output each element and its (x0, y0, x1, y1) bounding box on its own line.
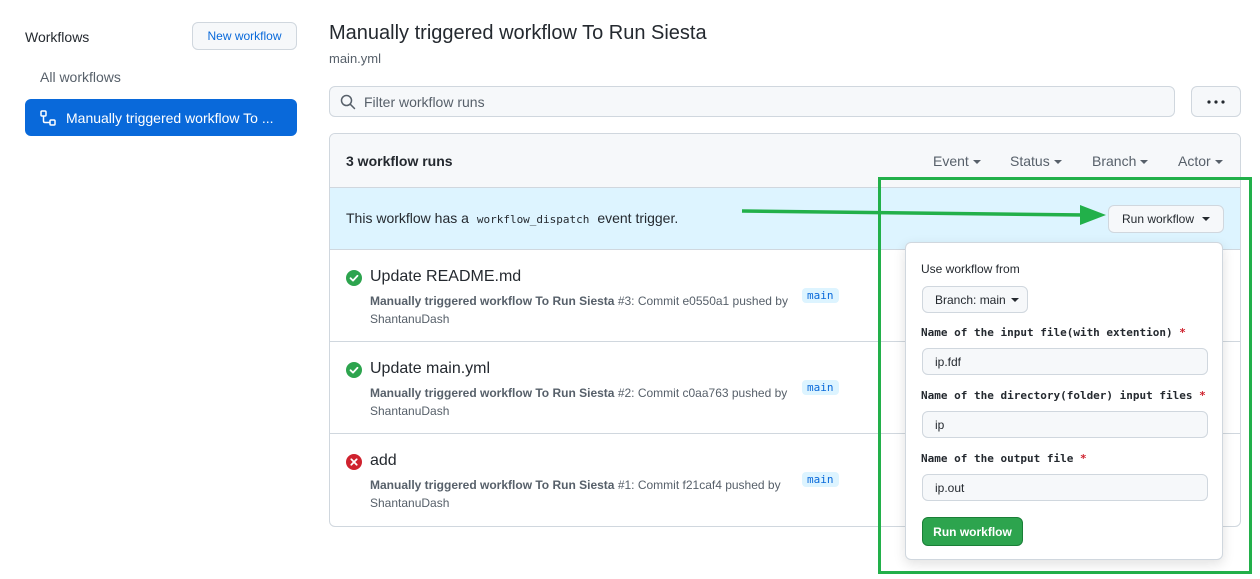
run-detail: #1: Commit f21caf4 pushed by (617, 478, 781, 492)
filter-branch-label: Branch (1092, 153, 1137, 169)
input-file-label-text: Name of the input file(with extention) (921, 326, 1173, 339)
filter-actor[interactable]: Actor (1178, 153, 1223, 169)
output-file-label: Name of the output file * (921, 452, 1087, 465)
filter-status[interactable]: Status (1010, 153, 1062, 169)
required-mark: * (1199, 389, 1206, 402)
search-input[interactable]: Filter workflow runs (329, 86, 1175, 117)
output-file-label-text: Name of the output file (921, 452, 1074, 465)
caret-down-icon (1140, 160, 1149, 165)
x-circle-icon (346, 454, 362, 470)
dispatch-code: workflow_dispatch (476, 213, 590, 226)
use-workflow-from-label: Use workflow from (921, 262, 1020, 276)
new-workflow-button[interactable]: New workflow (192, 22, 297, 50)
dispatch-suffix: event trigger. (597, 210, 679, 226)
caret-down-icon (1010, 297, 1019, 302)
caret-down-icon (972, 160, 981, 165)
run-title[interactable]: add (370, 452, 397, 470)
branch-tag[interactable]: main (802, 380, 839, 395)
run-title[interactable]: Update main.yml (370, 360, 490, 378)
sidebar-item-all-workflows[interactable]: All workflows (40, 69, 121, 85)
page-title: Manually triggered workflow To Run Siest… (329, 22, 707, 44)
run-meta: Manually triggered workflow To Run Siest… (370, 384, 790, 420)
run-meta: Manually triggered workflow To Run Siest… (370, 292, 790, 328)
workflow-file-link[interactable]: main.yml (329, 51, 381, 66)
sidebar-item-active-workflow[interactable]: Manually triggered workflow To ... (25, 99, 297, 136)
run-workflow-name: Manually triggered workflow To Run Siest… (370, 478, 615, 492)
dispatch-text: This workflow has a workflow_dispatch ev… (346, 210, 678, 226)
run-actor[interactable]: ShantanuDash (370, 496, 449, 510)
output-file-field[interactable]: ip.out (922, 474, 1208, 501)
search-icon (340, 94, 356, 109)
input-directory-label: Name of the directory(folder) input file… (921, 389, 1206, 402)
filter-status-label: Status (1010, 153, 1050, 169)
run-detail: #3: Commit e0550a1 pushed by (617, 294, 788, 308)
filter-branch[interactable]: Branch (1092, 153, 1149, 169)
input-file-label: Name of the input file(with extention) * (921, 326, 1186, 339)
sidebar-item-label: Manually triggered workflow To ... (66, 109, 274, 126)
run-detail: #2: Commit c0aa763 pushed by (617, 386, 788, 400)
kebab-horizontal-icon (1207, 99, 1225, 104)
input-file-field[interactable]: ip.fdf (922, 348, 1208, 375)
caret-down-icon (1214, 160, 1223, 165)
filter-event-label: Event (933, 153, 969, 169)
required-mark: * (1179, 326, 1186, 339)
filter-event[interactable]: Event (933, 153, 981, 169)
run-actor[interactable]: ShantanuDash (370, 312, 449, 326)
run-workflow-name: Manually triggered workflow To Run Siest… (370, 294, 615, 308)
input-directory-field[interactable]: ip (922, 411, 1208, 438)
runs-count: 3 workflow runs (346, 153, 453, 169)
run-actor[interactable]: ShantanuDash (370, 404, 449, 418)
branch-select-button[interactable]: Branch: main (922, 286, 1028, 313)
run-workflow-dropdown: Use workflow from Branch: main Name of t… (905, 242, 1223, 560)
search-placeholder: Filter workflow runs (364, 93, 485, 110)
branch-tag[interactable]: main (802, 472, 839, 487)
run-title[interactable]: Update README.md (370, 268, 521, 286)
check-circle-icon (346, 362, 362, 378)
run-workflow-name: Manually triggered workflow To Run Siest… (370, 386, 615, 400)
workflow-icon (40, 109, 56, 126)
caret-down-icon (1053, 160, 1062, 165)
filter-actor-label: Actor (1178, 153, 1211, 169)
required-mark: * (1079, 452, 1087, 465)
more-options-button[interactable] (1191, 86, 1241, 117)
sidebar-title: Workflows (25, 29, 90, 45)
run-meta: Manually triggered workflow To Run Siest… (370, 476, 790, 512)
branch-tag[interactable]: main (802, 288, 839, 303)
check-circle-icon (346, 270, 362, 286)
input-directory-label-text: Name of the directory(folder) input file… (921, 389, 1193, 402)
run-workflow-button[interactable]: Run workflow (922, 517, 1023, 546)
dispatch-prefix: This workflow has a (346, 210, 469, 226)
branch-select-label: Branch: main (935, 292, 1006, 307)
